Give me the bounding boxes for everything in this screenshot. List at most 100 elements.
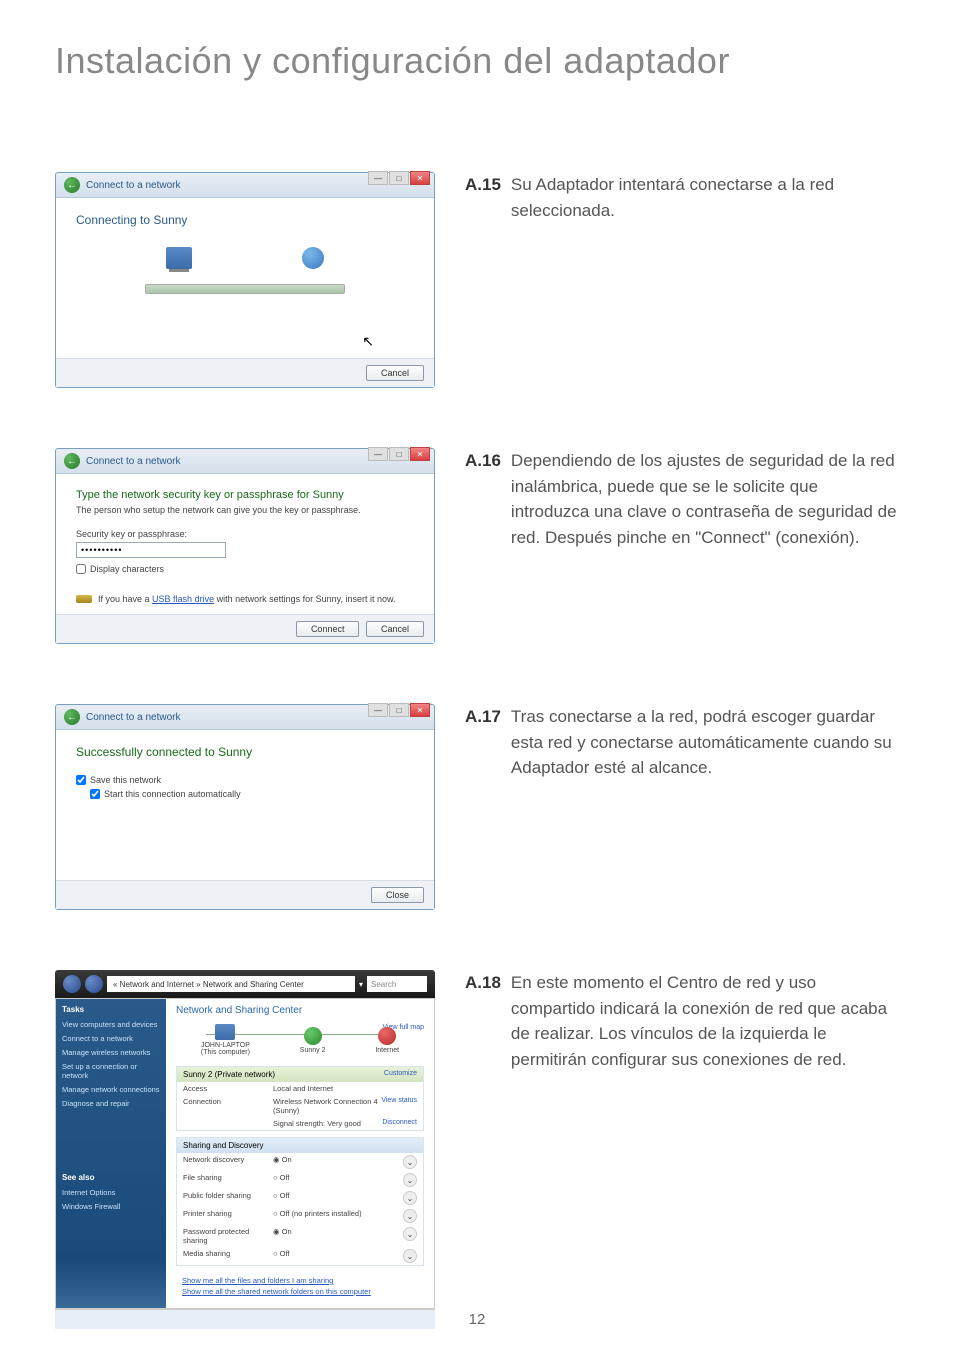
dialog-header-text: Connect to a network (86, 712, 181, 723)
close-button[interactable]: ✕ (410, 171, 430, 185)
back-arrow-icon[interactable]: ← (64, 453, 80, 469)
tasks-header: Tasks (62, 1005, 160, 1014)
step-number: A.16 (465, 448, 501, 550)
close-button[interactable]: Close (371, 887, 424, 903)
minimize-button[interactable]: — (368, 171, 388, 185)
seealso-header: See also (62, 1173, 160, 1182)
diag-computer-sub: (This computer) (201, 1049, 250, 1056)
screenshot-a17: — □ ✕ ← Connect to a network Successfull… (55, 704, 435, 910)
expand-icon[interactable]: ⌄ (403, 1191, 417, 1205)
main-title: Network and Sharing Center (176, 1005, 424, 1016)
sidebar-task[interactable]: View computers and devices (62, 1020, 160, 1029)
sharing-row: Password protected sharing ◉ On ⌄ (177, 1225, 423, 1247)
connect-button[interactable]: Connect (296, 621, 360, 637)
sidebar-seealso[interactable]: Internet Options (62, 1188, 160, 1197)
expand-icon[interactable]: ⌄ (403, 1155, 417, 1169)
diag-network-label: Sunny 2 (300, 1047, 326, 1054)
window-controls: — □ ✕ (368, 703, 430, 717)
close-button[interactable]: ✕ (410, 447, 430, 461)
nav-forward-icon[interactable] (85, 975, 103, 993)
checkbox-input[interactable] (76, 564, 86, 574)
explorer-titlebar: « Network and Internet » Network and Sha… (55, 970, 435, 998)
display-chars-checkbox[interactable]: Display characters (76, 564, 414, 574)
expand-icon[interactable]: ⌄ (403, 1173, 417, 1187)
page-number: 12 (0, 1311, 954, 1328)
view-status-link[interactable]: View status (381, 1097, 417, 1115)
sharing-title: Sharing and Discovery (183, 1141, 263, 1150)
screenshot-a18: « Network and Internet » Network and Sha… (55, 970, 435, 1329)
nav-back-icon[interactable] (63, 975, 81, 993)
cursor-icon: ↖ (362, 333, 374, 350)
step-body: Dependiendo de los ajustes de seguridad … (511, 448, 899, 550)
section-a18: « Network and Internet » Network and Sha… (55, 970, 899, 1329)
show-files-link[interactable]: Show me all the files and folders I am s… (182, 1276, 418, 1285)
window-controls: — □ ✕ (368, 447, 430, 461)
globe-icon (302, 247, 324, 269)
access-label: Access (183, 1084, 273, 1093)
connection-value: Wireless Network Connection 4 (Sunny) (273, 1097, 378, 1115)
disconnect-link[interactable]: Disconnect (382, 1119, 417, 1128)
sidebar-task[interactable]: Manage wireless networks (62, 1048, 160, 1057)
usb-link[interactable]: USB flash drive (152, 594, 214, 604)
checkbox-input[interactable] (90, 789, 100, 799)
progress-bar (145, 284, 345, 294)
back-arrow-icon[interactable]: ← (64, 709, 80, 725)
main-panel: Network and Sharing Center View full map… (166, 999, 434, 1308)
sidebar-seealso[interactable]: Windows Firewall (62, 1202, 160, 1211)
dialog-subtitle: The person who setup the network can giv… (76, 505, 414, 515)
step-body: Tras conectarse a la red, podrá escoger … (511, 704, 899, 781)
minimize-button[interactable]: — (368, 447, 388, 461)
maximize-button[interactable]: □ (389, 703, 409, 717)
connecting-text: Connecting to Sunny (76, 213, 414, 227)
maximize-button[interactable]: □ (389, 171, 409, 185)
usb-icon (76, 595, 92, 603)
usb-text-post: with network settings for Sunny, insert … (214, 594, 395, 604)
passphrase-input[interactable] (76, 542, 226, 558)
network-name: Sunny 2 (Private network) (183, 1070, 275, 1079)
access-value: Local and Internet (273, 1084, 417, 1093)
address-bar[interactable]: « Network and Internet » Network and Sha… (107, 976, 355, 992)
sidebar-task[interactable]: Set up a connection or network (62, 1062, 160, 1080)
dialog-header-text: Connect to a network (86, 456, 181, 467)
expand-icon[interactable]: ⌄ (403, 1227, 417, 1241)
expand-icon[interactable]: ⌄ (403, 1249, 417, 1263)
sharing-row: Printer sharing ○ Off (no printers insta… (177, 1207, 423, 1225)
usb-text-pre: If you have a (98, 594, 152, 604)
step-body: Su Adaptador intentará conectarse a la r… (511, 172, 899, 223)
screenshot-a16: — □ ✕ ← Connect to a network Type the ne… (55, 448, 435, 644)
computer-icon (166, 247, 192, 269)
dialog-header-text: Connect to a network (86, 180, 181, 191)
section-a16: — □ ✕ ← Connect to a network Type the ne… (55, 448, 899, 644)
window-controls: — □ ✕ (368, 171, 430, 185)
connection-label: Connection (183, 1097, 273, 1115)
customize-link[interactable]: Customize (384, 1070, 417, 1079)
step-a17-text: A.17 Tras conectarse a la red, podrá esc… (465, 704, 899, 781)
diag-internet-label: Internet (375, 1047, 399, 1054)
signal-strength: Signal strength: Very good (273, 1119, 382, 1128)
page-title: Instalación y configuración del adaptado… (55, 40, 899, 82)
expand-icon[interactable]: ⌄ (403, 1209, 417, 1223)
search-input[interactable]: Search (367, 976, 427, 992)
cancel-button[interactable]: Cancel (366, 621, 424, 637)
show-folders-link[interactable]: Show me all the shared network folders o… (182, 1287, 418, 1296)
sidebar-task[interactable]: Connect to a network (62, 1034, 160, 1043)
back-arrow-icon[interactable]: ← (64, 177, 80, 193)
usb-hint: If you have a USB flash drive with netwo… (76, 594, 414, 604)
network-icon (304, 1027, 322, 1045)
section-a17: — □ ✕ ← Connect to a network Successfull… (55, 704, 899, 910)
checkbox-input[interactable] (76, 775, 86, 785)
sidebar-task[interactable]: Manage network connections (62, 1085, 160, 1094)
network-section-header: Sunny 2 (Private network) Customize (177, 1067, 423, 1082)
sharing-row: Network discovery ◉ On ⌄ (177, 1153, 423, 1171)
auto-connect-checkbox[interactable]: Start this connection automatically (90, 789, 414, 799)
dialog-heading: Type the network security key or passphr… (76, 489, 414, 501)
sidebar-task[interactable]: Diagnose and repair (62, 1099, 160, 1108)
save-network-checkbox[interactable]: Save this network (76, 775, 414, 785)
close-button[interactable]: ✕ (410, 703, 430, 717)
cancel-button[interactable]: Cancel (366, 365, 424, 381)
step-number: A.18 (465, 970, 501, 1072)
minimize-button[interactable]: — (368, 703, 388, 717)
step-a16-text: A.16 Dependiendo de los ajustes de segur… (465, 448, 899, 550)
step-number: A.17 (465, 704, 501, 781)
maximize-button[interactable]: □ (389, 447, 409, 461)
